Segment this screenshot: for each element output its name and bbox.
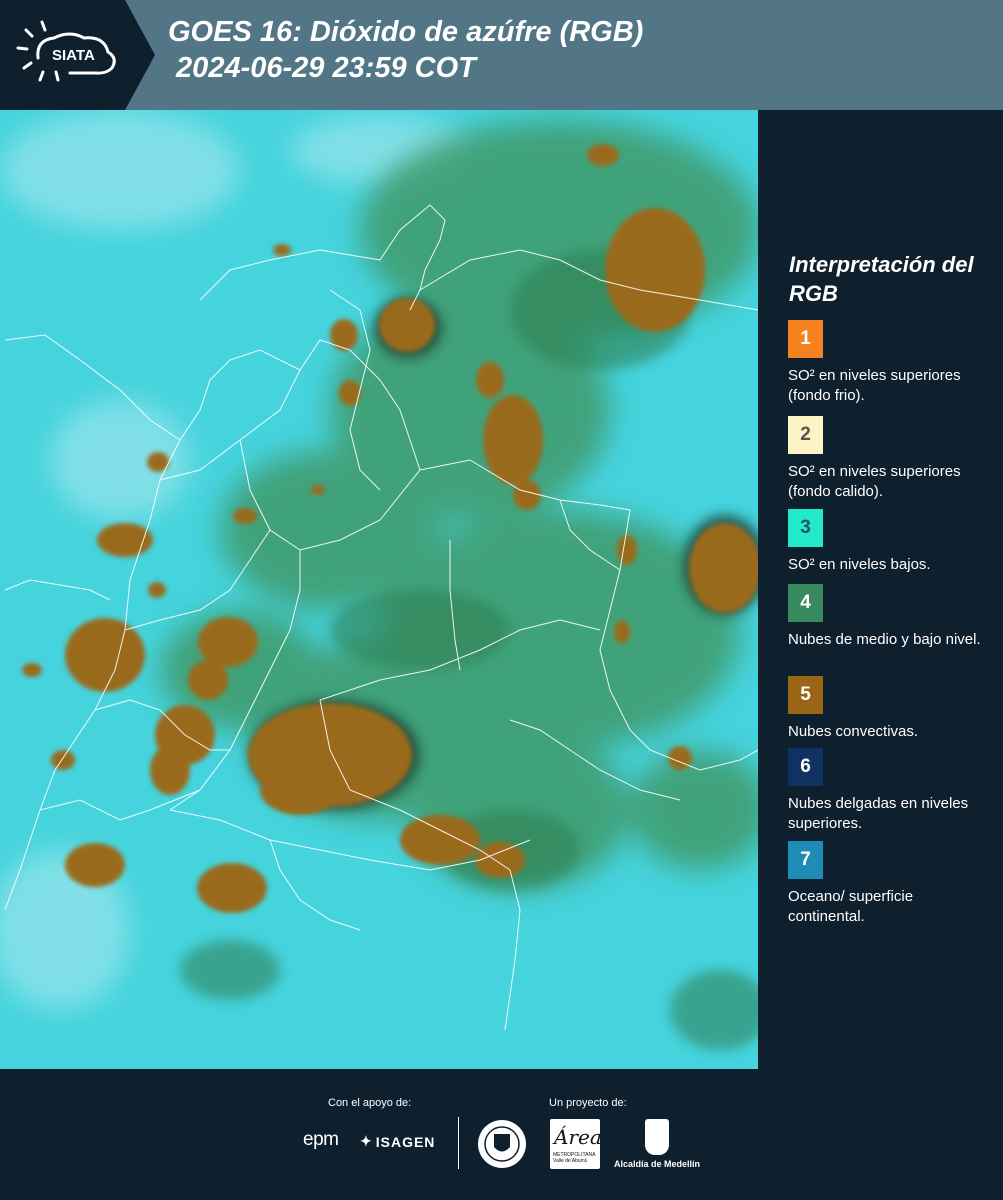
- isagen-icon: ✦: [360, 1133, 373, 1149]
- medellin-seal-icon: [478, 1120, 526, 1168]
- legend-title: Interpretación del RGB: [789, 252, 974, 306]
- legend-swatch-2: 2: [788, 416, 823, 454]
- legend-swatch-4: 4: [788, 584, 823, 622]
- footer-divider: [458, 1117, 459, 1169]
- legend-label-2: SO² en niveles superiores (fondo calido)…: [788, 463, 961, 500]
- legend-label-6: Nubes delgadas en niveles superiores.: [788, 795, 969, 832]
- legend-item-6: 6 Nubes delgadas en niveles superiores.: [788, 748, 988, 834]
- legend-swatch-1: 1: [788, 320, 823, 358]
- legend-item-4: 4 Nubes de medio y bajo nivel.: [788, 584, 988, 650]
- footer: Con el apoyo de: Un proyecto de: epm ✦ I…: [0, 1069, 1003, 1200]
- area-logo-subtext: METROPOLITANA Valle de Aburrá: [553, 1152, 596, 1164]
- alcaldia-logo: Alcaldía de Medellín: [612, 1119, 702, 1169]
- title-line-1: GOES 16: Dióxido de azúfre (RGB): [168, 16, 644, 48]
- header-bar: SIATA GOES 16: Dióxido de azúfre (RGB) 2…: [0, 0, 1003, 110]
- legend-swatch-5: 5: [788, 676, 823, 714]
- legend-item-2: 2 SO² en niveles superiores (fondo calid…: [788, 416, 988, 502]
- isagen-text: ISAGEN: [375, 1133, 436, 1150]
- legend-panel: Interpretación del RGB 1 SO² en niveles …: [761, 110, 1003, 1069]
- legend-item-5: 5 Nubes convectivas.: [788, 676, 988, 742]
- legend-swatch-3: 3: [788, 509, 823, 547]
- legend-item-1: 1 SO² en niveles superiores (fondo frio)…: [788, 320, 988, 406]
- satellite-image: [0, 110, 758, 1069]
- legend-swatch-7: 7: [788, 841, 823, 879]
- page-title: GOES 16: Dióxido de azúfre (RGB) 2024-06…: [168, 14, 643, 86]
- legend-label-4: Nubes de medio y bajo nivel.: [788, 631, 981, 648]
- svg-text:SIATA: SIATA: [52, 47, 95, 64]
- legend-item-7: 7 Oceano/ superficie continental.: [788, 841, 988, 927]
- project-label: Un proyecto de:: [549, 1097, 627, 1109]
- legend-swatch-6: 6: [788, 748, 823, 786]
- legend-label-1: SO² en niveles superiores (fondo frio).: [788, 367, 961, 404]
- title-line-2: 2024-06-29 23:59 COT: [168, 52, 476, 84]
- isagen-logo: ✦ ISAGEN: [360, 1133, 435, 1150]
- satellite-map[interactable]: [0, 110, 758, 1069]
- legend-item-3: 3 SO² en niveles bajos.: [788, 509, 988, 575]
- legend-label-5: Nubes convectivas.: [788, 723, 919, 740]
- area-logo-text: Área: [554, 1125, 602, 1149]
- alcaldia-text: Alcaldía de Medellín: [613, 1159, 701, 1169]
- support-label: Con el apoyo de:: [328, 1097, 412, 1109]
- siata-logo: SIATA: [0, 0, 155, 110]
- legend-label-3: SO² en niveles bajos.: [788, 556, 931, 573]
- alcaldia-crest-icon: [645, 1119, 669, 1155]
- legend-label-7: Oceano/ superficie continental.: [788, 888, 914, 925]
- epm-logo: epm: [303, 1129, 339, 1150]
- area-metropolitana-logo: Área METROPOLITANA Valle de Aburrá: [550, 1119, 602, 1169]
